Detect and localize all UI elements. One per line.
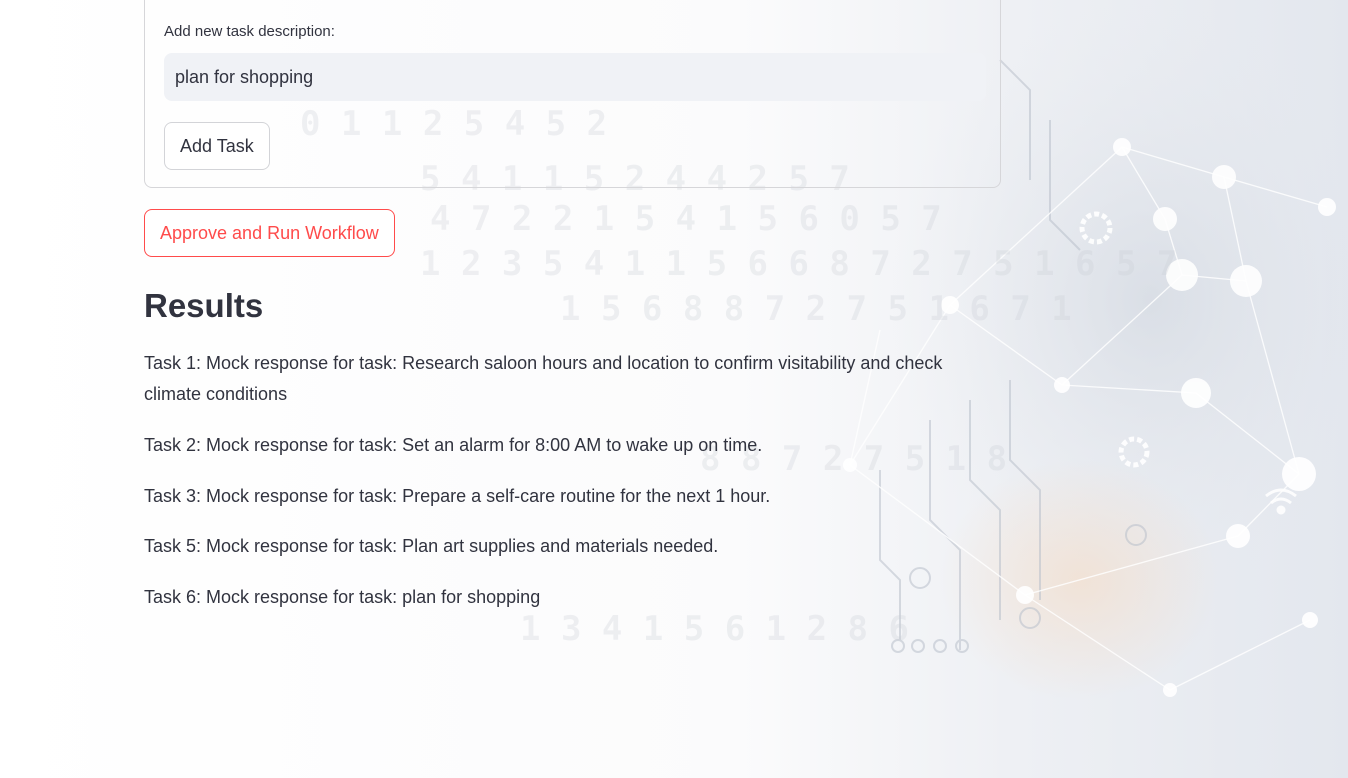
results-heading: Results: [144, 287, 264, 324]
svg-text:1 2 3 5 4 1 1 5 6 6 8 7 2 7 5: 1 2 3 5 4 1 1 5 6 6 8 7 2 7 5 1 6 5 7: [420, 244, 1177, 284]
add-task-button[interactable]: Add Task: [164, 122, 270, 170]
task-description-label: Add new task description:: [164, 23, 335, 40]
svg-text:1 3 4 1 5 6 1 2 8 6: 1 3 4 1 5 6 1 2 8 6: [520, 609, 909, 649]
task-form: Add new task description: plan for shopp…: [144, 0, 1001, 188]
task-description-input[interactable]: plan for shopping: [164, 53, 986, 101]
svg-text:1 5 6 8 8 7 2 7 5 1 6 7 1: 1 5 6 8 8 7 2 7 5 1 6 7 1: [560, 289, 1072, 329]
svg-text:4 7 2 2 1 5 4 1 5 6 0 5 7: 4 7 2 2 1 5 4 1 5 6 0 5 7: [430, 199, 942, 239]
result-line-task-6: Task 6: Mock response for task: plan for…: [144, 587, 541, 607]
result-line-task-3: Task 3: Mock response for task: Prepare …: [144, 486, 771, 506]
approve-run-workflow-button[interactable]: Approve and Run Workflow: [144, 209, 395, 257]
result-line-task-1: Task 1: Mock response for task: Research…: [144, 353, 943, 404]
result-line-task-5: Task 5: Mock response for task: Plan art…: [144, 536, 719, 556]
result-line-task-2: Task 2: Mock response for task: Set an a…: [144, 435, 763, 455]
